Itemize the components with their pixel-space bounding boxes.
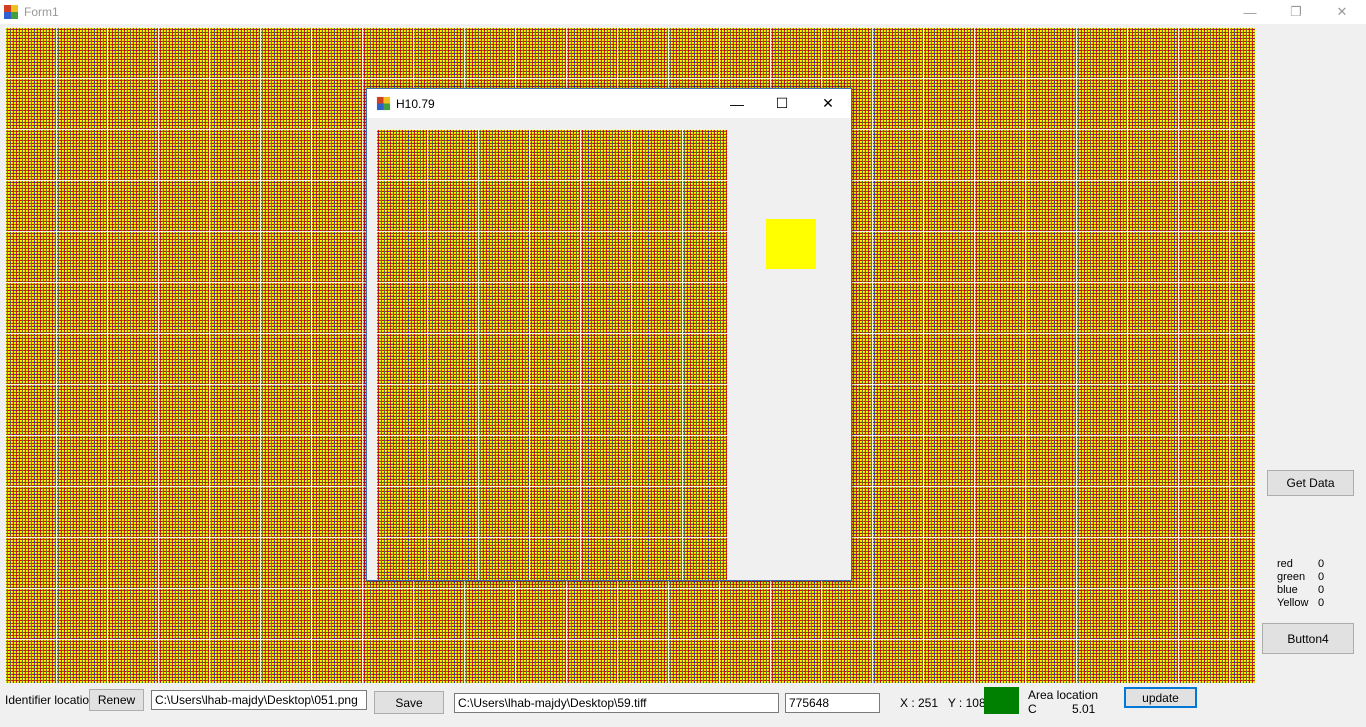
stat-yellow-label: Yellow (1277, 597, 1309, 609)
stat-red-value: 0 (1318, 558, 1325, 570)
app-icon (4, 5, 18, 19)
button4[interactable]: Button4 (1262, 623, 1354, 654)
close-icon: ✕ (1336, 4, 1348, 19)
save-path-input[interactable]: C:\Users\lhab-majdy\Desktop\59.tiff (454, 693, 779, 713)
color-swatch (766, 219, 816, 269)
restore-icon: ❐ (1290, 4, 1302, 19)
stat-blue-value: 0 (1318, 584, 1325, 596)
main-titlebar: Form1 — ❐ ✕ (0, 0, 1366, 24)
restore-button[interactable]: ❐ (1273, 0, 1319, 24)
source-path-input[interactable]: C:\Users\lhab-majdy\Desktop\051.png (151, 690, 367, 710)
child-image-canvas[interactable] (376, 129, 727, 580)
minimize-button[interactable]: — (1227, 0, 1273, 24)
save-button[interactable]: Save (374, 691, 444, 714)
area-code: C (1028, 702, 1037, 716)
stat-red-label: red (1277, 558, 1293, 570)
area-color-swatch (984, 687, 1019, 714)
minimize-icon: — (1243, 4, 1257, 20)
child-close-button[interactable]: ✕ (805, 89, 851, 118)
close-button[interactable]: ✕ (1319, 0, 1365, 24)
close-icon: ✕ (822, 95, 834, 111)
child-window[interactable]: H10.79 — ☐ ✕ (366, 88, 852, 581)
child-window-title: H10.79 (396, 97, 435, 111)
stat-green-value: 0 (1318, 571, 1325, 583)
stat-green-label: green (1277, 571, 1306, 583)
window-title: Form1 (24, 5, 59, 19)
child-minimize-button[interactable]: — (714, 89, 760, 118)
get-data-button[interactable]: Get Data (1267, 470, 1354, 496)
update-button[interactable]: update (1124, 687, 1197, 708)
identifier-location-label: Identifier location (5, 693, 96, 707)
coordinates-readout: X : 251 Y : 108 (900, 696, 986, 710)
child-app-icon (376, 96, 391, 111)
child-maximize-button[interactable]: ☐ (759, 89, 805, 118)
stat-blue-label: blue (1277, 584, 1298, 596)
number-input[interactable]: 775648 (785, 693, 880, 713)
area-location-label: Area location (1028, 688, 1099, 702)
renew-button[interactable]: Renew (89, 689, 144, 711)
minimize-icon: — (730, 95, 744, 112)
child-titlebar[interactable]: H10.79 — ☐ ✕ (367, 89, 851, 118)
stat-yellow-value: 0 (1318, 597, 1325, 609)
area-value: 5.01 (1072, 702, 1096, 716)
maximize-icon: ☐ (775, 95, 789, 111)
